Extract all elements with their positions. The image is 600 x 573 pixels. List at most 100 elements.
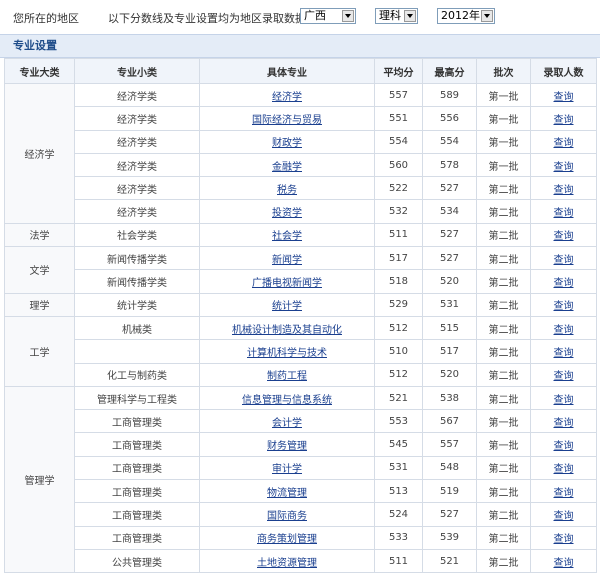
major-link[interactable]: 统计学 xyxy=(272,301,302,312)
subcategory-cell: 工商管理类 xyxy=(74,502,200,527)
enrollment-query-link[interactable]: 查询 xyxy=(554,92,574,103)
subcategory-cell: 经济学类 xyxy=(74,199,200,224)
enrollment-query-link[interactable]: 查询 xyxy=(554,185,574,196)
table-body: 经济学 经济学类 经济学 557 589 第一批 查询 经济学类 国际经济与贸易 551 556 第一… xyxy=(4,82,597,573)
average-score-cell: 517 xyxy=(374,246,423,271)
enrollment-query-cell: 查询 xyxy=(530,106,597,131)
major-link[interactable]: 制药工程 xyxy=(267,371,307,382)
region-select[interactable]: 广西 xyxy=(300,8,356,24)
major-cell: 信息管理与信息系统 xyxy=(199,385,375,411)
batch-cell: 第二批 xyxy=(476,385,531,411)
table-row: 工商管理类 会计学 553 567 第一批 查询 xyxy=(5,409,597,434)
subcategory-cell: 管理科学与工程类 xyxy=(74,385,200,411)
enrollment-query-cell: 查询 xyxy=(530,409,597,434)
enrollment-query-link[interactable]: 查询 xyxy=(554,371,574,382)
major-link[interactable]: 土地资源管理 xyxy=(257,558,317,569)
average-score-cell: 545 xyxy=(374,432,423,457)
enrollment-query-link[interactable]: 查询 xyxy=(554,488,574,499)
chevron-down-icon[interactable] xyxy=(404,10,416,22)
subcategory-cell: 工商管理类 xyxy=(74,432,200,457)
batch-cell: 第二批 xyxy=(476,339,531,364)
table-row: 经济学类 投资学 532 534 第二批 查询 xyxy=(5,199,597,224)
batch-cell: 第一批 xyxy=(476,409,531,434)
enrollment-query-link[interactable]: 查询 xyxy=(554,208,574,219)
major-link[interactable]: 投资学 xyxy=(272,208,302,219)
enrollment-query-cell: 查询 xyxy=(530,455,597,481)
table-row: 工商管理类 物流管理 513 519 第二批 查询 xyxy=(5,479,597,504)
max-score-cell: 520 xyxy=(422,362,477,387)
major-cell: 财务管理 xyxy=(199,432,375,457)
chevron-down-icon[interactable] xyxy=(481,10,493,22)
major-link[interactable]: 物流管理 xyxy=(267,488,307,499)
batch-cell: 第二批 xyxy=(476,479,531,504)
average-score-cell: 531 xyxy=(374,455,423,481)
enrollment-query-link[interactable]: 查询 xyxy=(554,325,574,336)
enrollment-query-cell: 查询 xyxy=(530,199,597,224)
chevron-down-icon[interactable] xyxy=(342,10,354,22)
enrollment-query-link[interactable]: 查询 xyxy=(554,558,574,569)
major-link[interactable]: 机械设计制造及其自动化 xyxy=(232,325,342,336)
enrollment-query-cell: 查询 xyxy=(530,222,597,248)
max-score-cell: 521 xyxy=(422,548,477,573)
enrollment-query-link[interactable]: 查询 xyxy=(554,162,574,173)
enrollment-query-cell: 查询 xyxy=(530,502,597,527)
batch-cell: 第二批 xyxy=(476,176,531,201)
subcategory-cell: 工商管理类 xyxy=(74,479,200,504)
enrollment-query-link[interactable]: 查询 xyxy=(554,255,574,266)
enrollment-query-link[interactable]: 查询 xyxy=(554,231,574,242)
column-header: 专业大类 xyxy=(4,58,75,84)
max-score-cell: 517 xyxy=(422,339,477,364)
max-score-cell: 557 xyxy=(422,432,477,457)
major-link[interactable]: 财务管理 xyxy=(267,441,307,452)
batch-cell: 第二批 xyxy=(476,525,531,550)
subject-type-select[interactable]: 理科 xyxy=(375,8,418,24)
max-score-cell: 527 xyxy=(422,502,477,527)
subcategory-cell: 经济学类 xyxy=(74,152,200,178)
subcategory-cell: 经济学类 xyxy=(74,176,200,201)
enrollment-query-link[interactable]: 查询 xyxy=(554,278,574,289)
category-cell: 理学 xyxy=(4,292,75,317)
enrollment-query-link[interactable]: 查询 xyxy=(554,534,574,545)
enrollment-query-link[interactable]: 查询 xyxy=(554,348,574,359)
enrollment-query-link[interactable]: 查询 xyxy=(554,395,574,406)
major-link[interactable]: 财政学 xyxy=(272,138,302,149)
major-table: 专业大类 专业小类 具体专业 平均分 最高分 批次 录取人数 经济学 经济学类 经济… xyxy=(4,58,597,573)
enrollment-query-link[interactable]: 查询 xyxy=(554,511,574,522)
enrollment-query-link[interactable]: 查询 xyxy=(554,301,574,312)
major-link[interactable]: 金融学 xyxy=(272,162,302,173)
major-link[interactable]: 信息管理与信息系统 xyxy=(242,395,332,406)
average-score-cell: 551 xyxy=(374,106,423,131)
major-link[interactable]: 会计学 xyxy=(272,418,302,429)
enrollment-query-link[interactable]: 查询 xyxy=(554,441,574,452)
year-select[interactable]: 2012年 xyxy=(437,8,495,24)
table-header-row: 专业大类 专业小类 具体专业 平均分 最高分 批次 录取人数 xyxy=(4,58,597,84)
major-link[interactable]: 新闻学 xyxy=(272,255,302,266)
subcategory-cell: 统计学类 xyxy=(74,292,200,317)
max-score-cell: 554 xyxy=(422,129,477,154)
major-link[interactable]: 国际经济与贸易 xyxy=(252,115,322,126)
enrollment-query-link[interactable]: 查询 xyxy=(554,418,574,429)
major-link[interactable]: 社会学 xyxy=(272,231,302,242)
subcategory-cell: 公共管理类 xyxy=(74,548,200,573)
enrollment-query-link[interactable]: 查询 xyxy=(554,138,574,149)
major-link[interactable]: 经济学 xyxy=(272,92,302,103)
column-header: 最高分 xyxy=(422,58,477,84)
major-link[interactable]: 国际商务 xyxy=(267,511,307,522)
major-link[interactable]: 审计学 xyxy=(272,464,302,475)
max-score-cell: 520 xyxy=(422,269,477,294)
major-link[interactable]: 商务策划管理 xyxy=(257,534,317,545)
major-link[interactable]: 税务 xyxy=(277,185,297,196)
major-link[interactable]: 广播电视新闻学 xyxy=(252,278,322,289)
column-header: 专业小类 xyxy=(74,58,200,84)
table-row: 经济学类 金融学 560 578 第一批 查询 xyxy=(5,152,597,178)
table-row: 工商管理类 国际商务 524 527 第二批 查询 xyxy=(5,502,597,527)
enrollment-query-link[interactable]: 查询 xyxy=(554,115,574,126)
major-cell: 制药工程 xyxy=(199,362,375,387)
average-score-cell: 529 xyxy=(374,292,423,317)
category-cell: 法学 xyxy=(4,222,75,248)
major-cell: 物流管理 xyxy=(199,479,375,504)
major-link[interactable]: 计算机科学与技术 xyxy=(247,348,327,359)
table-row: 理学 统计学类 统计学 529 531 第二批 查询 xyxy=(4,292,597,317)
enrollment-query-link[interactable]: 查询 xyxy=(554,464,574,475)
table-row: 经济学类 国际经济与贸易 551 556 第一批 查询 xyxy=(5,106,597,131)
